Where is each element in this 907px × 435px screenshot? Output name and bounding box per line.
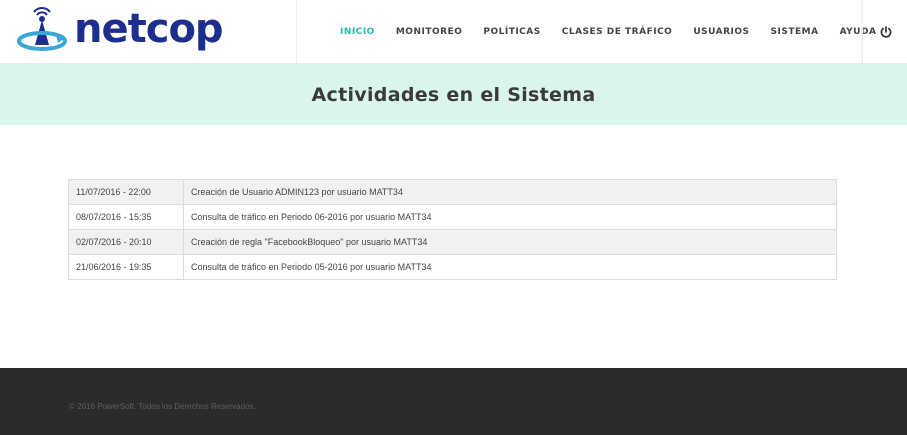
activity-table: 11/07/2016 - 22:00 Creación de Usuario A… (68, 179, 837, 280)
table-row: 02/07/2016 - 20:10 Creación de regla "Fa… (68, 229, 837, 255)
antenna-logo-icon (17, 7, 67, 51)
netcop-logo[interactable]: netcop (16, 2, 296, 62)
activity-description: Creación de Usuario ADMIN123 por usuario… (183, 179, 837, 205)
nav-item-ayuda[interactable]: AYUDA (840, 27, 877, 37)
nav-item-clases-de-trafico[interactable]: CLASES DE TRÁFICO (562, 27, 673, 37)
header-divider (296, 0, 297, 64)
table-row: 08/07/2016 - 15:35 Consulta de tráfico e… (68, 204, 837, 230)
table-row: 11/07/2016 - 22:00 Creación de Usuario A… (68, 179, 837, 205)
activity-description: Consulta de tráfico en Periodo 06-2016 p… (183, 204, 837, 230)
activity-date: 11/07/2016 - 22:00 (68, 179, 184, 205)
activity-description: Consulta de tráfico en Periodo 05-2016 p… (183, 254, 837, 280)
nav-item-sistema[interactable]: SISTEMA (771, 27, 819, 37)
top-header: netcop INICIO MONITOREO POLÍTICAS CLASES… (0, 0, 907, 64)
table-row: 21/06/2016 - 19:35 Consulta de tráfico e… (68, 254, 837, 280)
nav-item-inicio[interactable]: INICIO (340, 27, 375, 37)
power-icon[interactable] (878, 24, 894, 40)
activity-date: 21/06/2016 - 19:35 (68, 254, 184, 280)
nav-item-monitoreo[interactable]: MONITOREO (396, 27, 463, 37)
nav-item-politicas[interactable]: POLÍTICAS (483, 27, 540, 37)
main-nav: INICIO MONITOREO POLÍTICAS CLASES DE TRÁ… (340, 0, 897, 64)
activity-date: 08/07/2016 - 15:35 (68, 204, 184, 230)
activity-date: 02/07/2016 - 20:10 (68, 229, 184, 255)
activity-description: Creación de regla "FacebookBloqueo" por … (183, 229, 837, 255)
page-title: Actividades en el Sistema (311, 83, 596, 106)
brand-name: netcop (74, 6, 224, 52)
footer-copyright: © 2016 PowerSoft. Todos los Derechos Res… (69, 402, 256, 411)
header-divider-right (862, 0, 863, 64)
page-title-banner: Actividades en el Sistema (0, 64, 907, 125)
nav-item-usuarios[interactable]: USUARIOS (693, 27, 749, 37)
